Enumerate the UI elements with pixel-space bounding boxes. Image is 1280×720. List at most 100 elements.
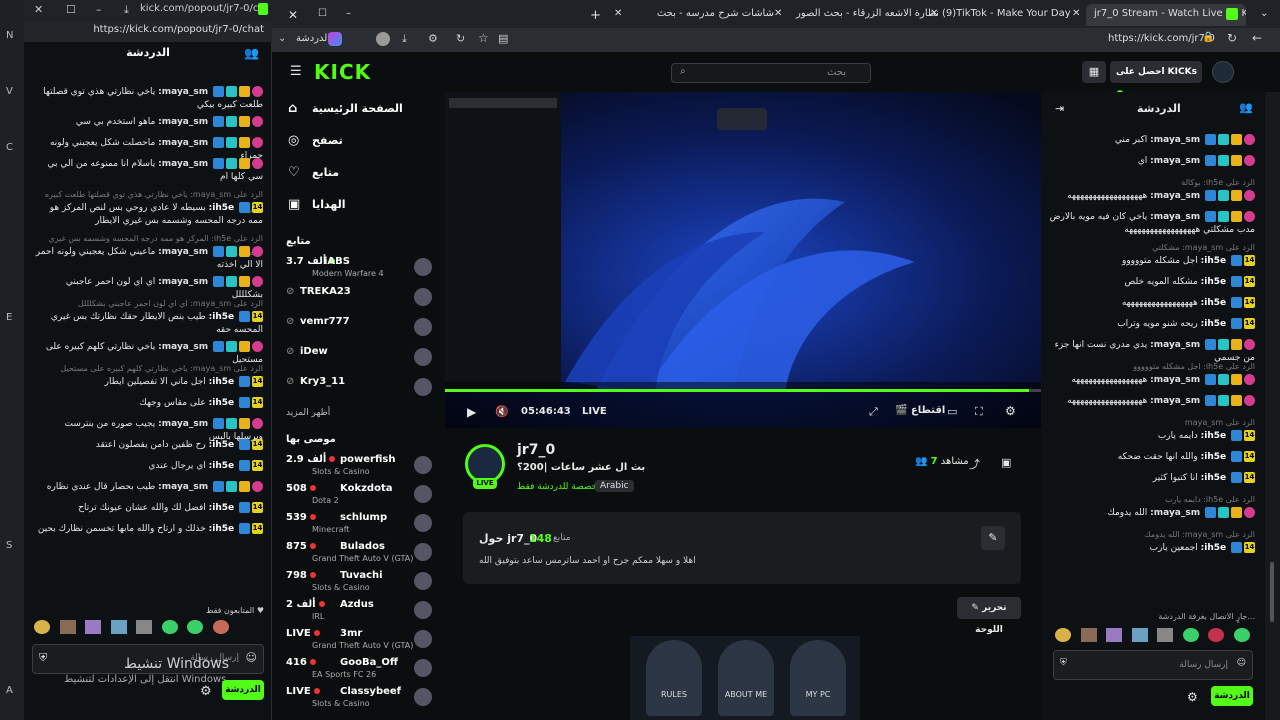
chat-username[interactable]: maya_sm: (158, 342, 208, 352)
emote-icon[interactable] (1080, 628, 1097, 642)
star-icon[interactable]: ☆ (478, 31, 489, 45)
chat-username[interactable]: maya_sm: (1150, 508, 1200, 518)
nav-gifts[interactable]: ▣ الهدايا (272, 194, 440, 216)
maximize-icon[interactable]: ☐ (310, 4, 335, 26)
chat-username[interactable]: maya_sm: (1150, 212, 1200, 222)
nav-browse[interactable]: ◎ تصفح (272, 130, 440, 152)
emote-icon[interactable] (34, 620, 50, 634)
streamer-name[interactable]: jr7_0 (517, 442, 555, 458)
url-text[interactable]: https://kick.com/jr7-0 (1108, 33, 1215, 44)
chat-username[interactable]: ih5e: (1201, 256, 1226, 266)
chat-username[interactable]: maya_sm: (158, 247, 208, 257)
emote-icon[interactable] (59, 620, 76, 634)
page-scrollbar[interactable] (1265, 92, 1280, 720)
popout-chat-button[interactable]: الدردشة (222, 680, 264, 700)
chat-username[interactable]: maya_sm: (158, 419, 208, 429)
nav-following[interactable]: ♡ متابع (272, 162, 440, 184)
show-more-link[interactable]: أظهر المزيد (286, 408, 330, 418)
panel-my-pc[interactable]: MY PC (790, 640, 846, 716)
chat-username[interactable]: ih5e: (209, 203, 234, 213)
panel-rules[interactable]: RULES (646, 640, 702, 716)
recommended-channel[interactable]: 2.9 ألف powerfish Slots & Casino (272, 452, 440, 480)
following-channel[interactable]: ⊘ vemr777 (272, 314, 440, 342)
chat-username[interactable]: ih5e: (1201, 298, 1226, 308)
edit-panels-button[interactable]: ✎ تحرير اللوحة (957, 597, 1021, 635)
chat-username[interactable]: ih5e: (209, 377, 234, 387)
minimize-icon[interactable]: – (338, 4, 359, 26)
chat-username[interactable]: maya_sm: (1150, 156, 1200, 166)
chat-username[interactable]: ih5e: (209, 503, 234, 513)
chat-username[interactable]: maya_sm: (1150, 375, 1200, 385)
emote-icon[interactable] (1106, 628, 1122, 642)
tab-glasses[interactable]: نظارة الاشعه الزرقاء - بحث الصور (788, 4, 938, 26)
theater-toggle[interactable] (717, 108, 767, 130)
panel-about-me[interactable]: ABOUT ME (718, 640, 774, 716)
copilot-icon[interactable] (328, 32, 342, 46)
chat-username[interactable]: maya_sm: (158, 277, 208, 287)
chat-username[interactable]: ih5e: (1201, 431, 1226, 441)
emote-icon[interactable] (1131, 628, 1148, 642)
fullscreen-icon[interactable]: ⛶ (975, 405, 983, 419)
play-icon[interactable]: ▶ (467, 405, 476, 419)
following-channel[interactable]: ⊘ Kry3_11 (272, 374, 440, 402)
following-channel[interactable]: ⊘ iDew (272, 344, 440, 372)
following-channel[interactable]: 3.7 ألف iABS Modern Warfare 4 (272, 254, 440, 282)
gift-icon[interactable]: ▣ (1001, 456, 1011, 469)
video-player[interactable]: ▶ 🔇 05:46:43 LIVE ⤢ 🎬 اقتطاع ▭ ⛶ ⚙ (445, 92, 1041, 428)
tab-tiktok[interactable]: (9)TikTok - Make Your Day (934, 4, 1084, 26)
new-tab-icon[interactable]: + (582, 4, 609, 26)
recommended-channel[interactable]: LIVE 3mr Grand Theft Auto V (GTA) (272, 626, 440, 654)
theater-icon[interactable]: ▭ (947, 405, 957, 418)
users-icon[interactable]: 👥 (1239, 101, 1253, 114)
recommended-channel[interactable]: 416 GooBa_Off EA Sports FC 26 (272, 655, 440, 683)
chat-username[interactable]: ih5e: (1201, 319, 1226, 329)
minimize-icon[interactable]: – (96, 3, 102, 16)
chat-username[interactable]: ih5e: (209, 312, 234, 322)
download-icon[interactable]: ⤓ (124, 3, 129, 17)
language-tag[interactable]: Arabic (595, 480, 634, 492)
get-kicks-button[interactable]: احصل على KICKs ● (1110, 61, 1202, 99)
dashboard-icon[interactable]: ▦ (1082, 61, 1106, 83)
emote-icon[interactable] (1208, 628, 1224, 642)
chat-username[interactable]: maya_sm: (158, 117, 208, 127)
share-icon[interactable]: ⤴ (969, 456, 980, 472)
clip-button[interactable]: 🎬 اقتطاع (895, 405, 945, 416)
recommended-channel[interactable]: 539 schlump Minecraft (272, 510, 440, 538)
chat-send-button[interactable]: الدردشة (1211, 686, 1253, 706)
settings-gear-icon[interactable]: ⚙ (1187, 690, 1198, 704)
tab-search[interactable]: شاشات شرح مدرسه - بحث (632, 4, 782, 26)
emote-icon[interactable] (161, 620, 178, 634)
chat-username[interactable]: maya_sm: (1150, 191, 1200, 201)
following-channel[interactable]: ⊘ TREKA23 (272, 284, 440, 312)
users-icon[interactable]: 👥 (244, 46, 259, 60)
collapse-chat-icon[interactable]: ⇥ (1055, 102, 1064, 115)
lock-icon[interactable]: 🔒 (1202, 32, 1214, 43)
emote-icon[interactable] (110, 620, 127, 634)
emote-icon[interactable] (1157, 628, 1173, 642)
emote-icon[interactable] (136, 620, 152, 634)
emoji-icon[interactable]: ☺ (1237, 658, 1246, 668)
tab-close-icon[interactable]: ✕ (766, 4, 790, 26)
emoji-icon[interactable]: ☺ (246, 651, 257, 664)
search-input[interactable]: بحث ⌕ (671, 63, 871, 83)
chat-username[interactable]: maya_sm: (1150, 340, 1200, 350)
recommended-channel[interactable]: 798 Tuvachi Slots & Casino (272, 568, 440, 596)
chat-username[interactable]: ih5e: (209, 398, 234, 408)
emote-icon[interactable] (85, 620, 101, 634)
settings-gear-icon[interactable]: ⚙ (200, 684, 212, 699)
scrollbar-thumb[interactable] (1270, 562, 1274, 622)
reload-icon[interactable]: ↻ (1227, 31, 1237, 45)
pip-icon[interactable]: ⤢ (869, 405, 878, 419)
emote-icon[interactable] (1182, 628, 1199, 642)
bookmark-chat[interactable]: الدردشة (296, 33, 330, 44)
chat-username[interactable]: ih5e: (209, 440, 234, 450)
refresh-icon[interactable]: ↻ (456, 32, 465, 45)
nav-home[interactable]: ⌂ الصفحة الرئيسية (272, 98, 440, 120)
extensions-icon[interactable]: ⚙ (428, 32, 438, 45)
emote-icon[interactable] (212, 620, 229, 634)
popout-tab-title[interactable]: kick.com/popout/jr7-0/ch... (140, 3, 258, 14)
recommended-channel[interactable]: 2 ألف Azdus IRL (272, 597, 440, 625)
edit-pencil-icon[interactable]: ✎ (981, 526, 1005, 550)
progress-track[interactable] (445, 389, 1041, 392)
chat-username[interactable]: ih5e: (1201, 452, 1226, 462)
